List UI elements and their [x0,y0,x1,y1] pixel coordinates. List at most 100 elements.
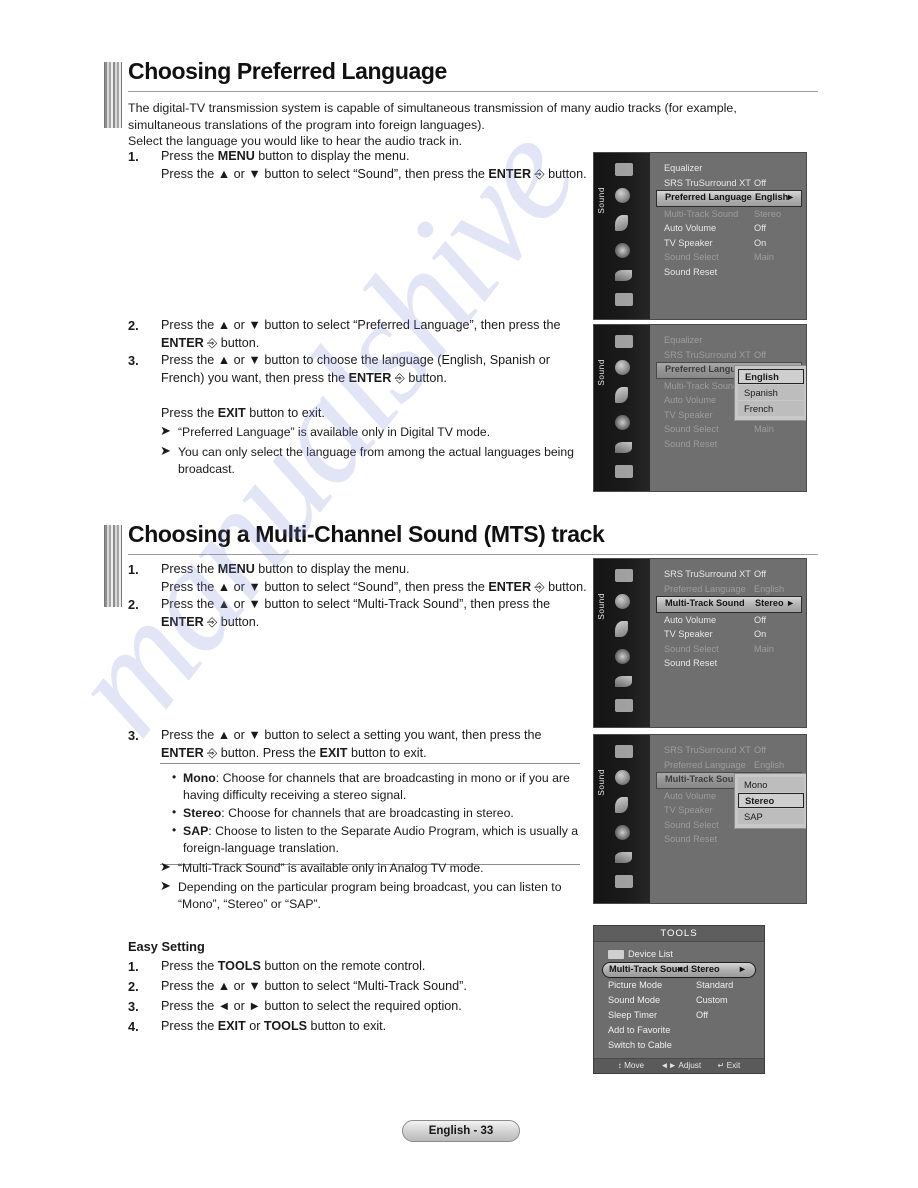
osd-row-tv-speaker[interactable]: TV Speaker On [650,627,806,642]
osd-row-sound-reset[interactable]: Sound Reset [650,832,806,847]
step-text: Press the ▲ or ▼ button to select “Prefe… [161,317,598,352]
osd-row-value: Off [754,569,767,579]
osd-row-auto-volume[interactable]: Auto Volume Off [650,613,806,628]
section1-step-1: 1. Press the MENU button to display the … [128,148,598,183]
tools-row-picture-mode[interactable]: Picture Mode Standard [602,978,756,993]
osd-row-label: Multi-Track Sound [664,380,739,391]
picture-icon[interactable] [615,569,633,582]
osd-row-label: SRS TruSurround XT [664,569,751,579]
osd-row-preferred-language[interactable]: Preferred Language English [650,758,806,773]
channel-icon[interactable] [615,797,628,813]
mts-option-popup[interactable]: Mono Stereo SAP [734,773,806,829]
picture-icon[interactable] [615,163,633,176]
tools-menu[interactable]: TOOLS Device List Multi-Track Sound ◄ St… [593,925,765,1074]
osd-row-multi-track-sound[interactable]: Multi-Track Sound Stereo ► [656,596,802,613]
setup-icon[interactable] [615,415,630,430]
setup-icon[interactable] [615,649,630,664]
osd-row-sound-reset[interactable]: Sound Reset [650,437,806,452]
mts-option-mono[interactable]: Mono [738,777,804,792]
osd-row-sound-select[interactable]: Sound Select Main [650,250,806,265]
manual-page: Choosing Preferred Language The digital-… [0,0,918,1188]
support-icon[interactable] [615,699,633,712]
picture-icon[interactable] [615,335,633,348]
enter-icon: ⎆ [534,166,545,181]
osd-sound-menu-language-popup[interactable]: Sound Equalizer SRS TruSurround XT Off Pr… [593,324,807,492]
s2-step3-bold1: ENTER [161,745,204,760]
mts-option-sap[interactable]: SAP [738,809,804,824]
channel-icon[interactable] [615,215,628,231]
osd-row-srs-trusurround-xt[interactable]: SRS TruSurround XT Off [650,348,806,363]
osd-sound-menu-mts-popup[interactable]: Sound SRS TruSurround XT Off Preferred La… [593,734,807,904]
input-icon[interactable] [615,676,632,687]
support-icon[interactable] [615,293,633,306]
easy-setting-step-4: 4. Press the EXIT or TOOLS button to exi… [128,1018,588,1036]
tools-row-sound-mode[interactable]: Sound Mode Custom [602,993,756,1008]
s2-step2-l2-post: button. [217,614,260,629]
osd-row-equalizer[interactable]: Equalizer [650,333,806,348]
picture-icon[interactable] [615,745,633,758]
sound-icon[interactable] [615,188,630,203]
sound-icon[interactable] [615,594,630,609]
definition-sap: SAP: Choose to listen to the Separate Au… [172,822,580,857]
osd-sound-menu-multi-track-sound[interactable]: Sound SRS TruSurround XT Off Preferred La… [593,558,807,728]
language-option-spanish[interactable]: Spanish [738,385,804,400]
step3-l3-pre: Press the [161,405,218,420]
note-marker-icon: ➤ [160,860,171,875]
note-text: “Multi-Track Sound” is available only in… [178,861,484,875]
chevron-left-icon[interactable]: ◄ [675,963,684,976]
osd-sound-menu-preferred-language[interactable]: Sound Equalizer SRS TruSurround XT Off Pr… [593,152,807,320]
section-marker-bar [104,62,122,128]
step3-l2-bold: ENTER [348,370,392,385]
osd-row-auto-volume[interactable]: Auto Volume Off [650,221,806,236]
osd-row-srs-trusurround-xt[interactable]: SRS TruSurround XT Off [650,743,806,758]
osd-row-label: Preferred Language [665,192,752,202]
tools-row-add-to-favorite[interactable]: Add to Favorite [602,1023,756,1038]
support-icon[interactable] [615,465,633,478]
osd-row-sound-select[interactable]: Sound Select Main [650,642,806,657]
tools-row-sleep-timer[interactable]: Sleep Timer Off [602,1008,756,1023]
channel-icon[interactable] [615,621,628,637]
osd-row-label: Multi-Track Sound [664,208,739,219]
language-option-french[interactable]: French [738,401,804,416]
language-option-popup[interactable]: English Spanish French [734,365,806,421]
mts-option-stereo[interactable]: Stereo [738,793,804,808]
osd-row-equalizer[interactable]: Equalizer [650,161,806,176]
easy-setting-step-1: 1. Press the TOOLS button on the remote … [128,958,588,976]
osd-row-label: Equalizer [664,163,703,173]
channel-icon[interactable] [615,387,628,403]
tools-row-multi-track-sound[interactable]: Multi-Track Sound ◄ Stereo ► [602,962,756,978]
setup-icon[interactable] [615,243,630,258]
osd-row-tv-speaker[interactable]: TV Speaker On [650,236,806,251]
section2-note-1: ➤ “Multi-Track Sound” is available only … [160,860,590,877]
osd-row-label: TV Speaker [664,237,713,248]
step1-l1-pre: Press the [161,149,218,163]
chevron-right-icon[interactable]: ► [786,191,795,205]
osd-row-srs-trusurround-xt[interactable]: SRS TruSurround XT Off [650,567,806,582]
step-number: 3. [128,728,139,743]
step-number: 2. [128,597,139,612]
osd-row-sound-select[interactable]: Sound Select Main [650,422,806,437]
definition-text: : Choose for channels that are broadcast… [221,806,514,820]
osd-row-preferred-language[interactable]: Preferred Language English ► [656,190,802,207]
input-icon[interactable] [615,852,632,863]
sound-icon[interactable] [615,770,630,785]
osd-row-preferred-language[interactable]: Preferred Language English [650,582,806,597]
osd-row-srs-trusurround-xt[interactable]: SRS TruSurround XT Off [650,176,806,191]
sound-icon[interactable] [615,360,630,375]
step3-l3-post: button to exit. [245,405,325,420]
setup-icon[interactable] [615,825,630,840]
chevron-right-icon[interactable]: ► [738,963,747,976]
input-icon[interactable] [615,442,632,453]
osd-row-sound-reset[interactable]: Sound Reset [650,656,806,671]
input-icon[interactable] [615,270,632,281]
osd-row-sound-reset[interactable]: Sound Reset [650,265,806,280]
step-number: 3. [128,353,139,368]
es4-pre: Press the [161,1019,218,1033]
tools-row-switch-to-cable[interactable]: Switch to Cable [602,1038,756,1053]
language-option-english[interactable]: English [738,369,804,384]
support-icon[interactable] [615,875,633,888]
chevron-right-icon[interactable]: ► [786,597,795,611]
osd-row-multi-track-sound[interactable]: Multi-Track Sound Stereo [650,207,806,222]
tools-row-device-list[interactable]: Device List [602,947,756,962]
step1-l2-pre: Press the ▲ or ▼ button to select “Sound… [161,166,489,181]
